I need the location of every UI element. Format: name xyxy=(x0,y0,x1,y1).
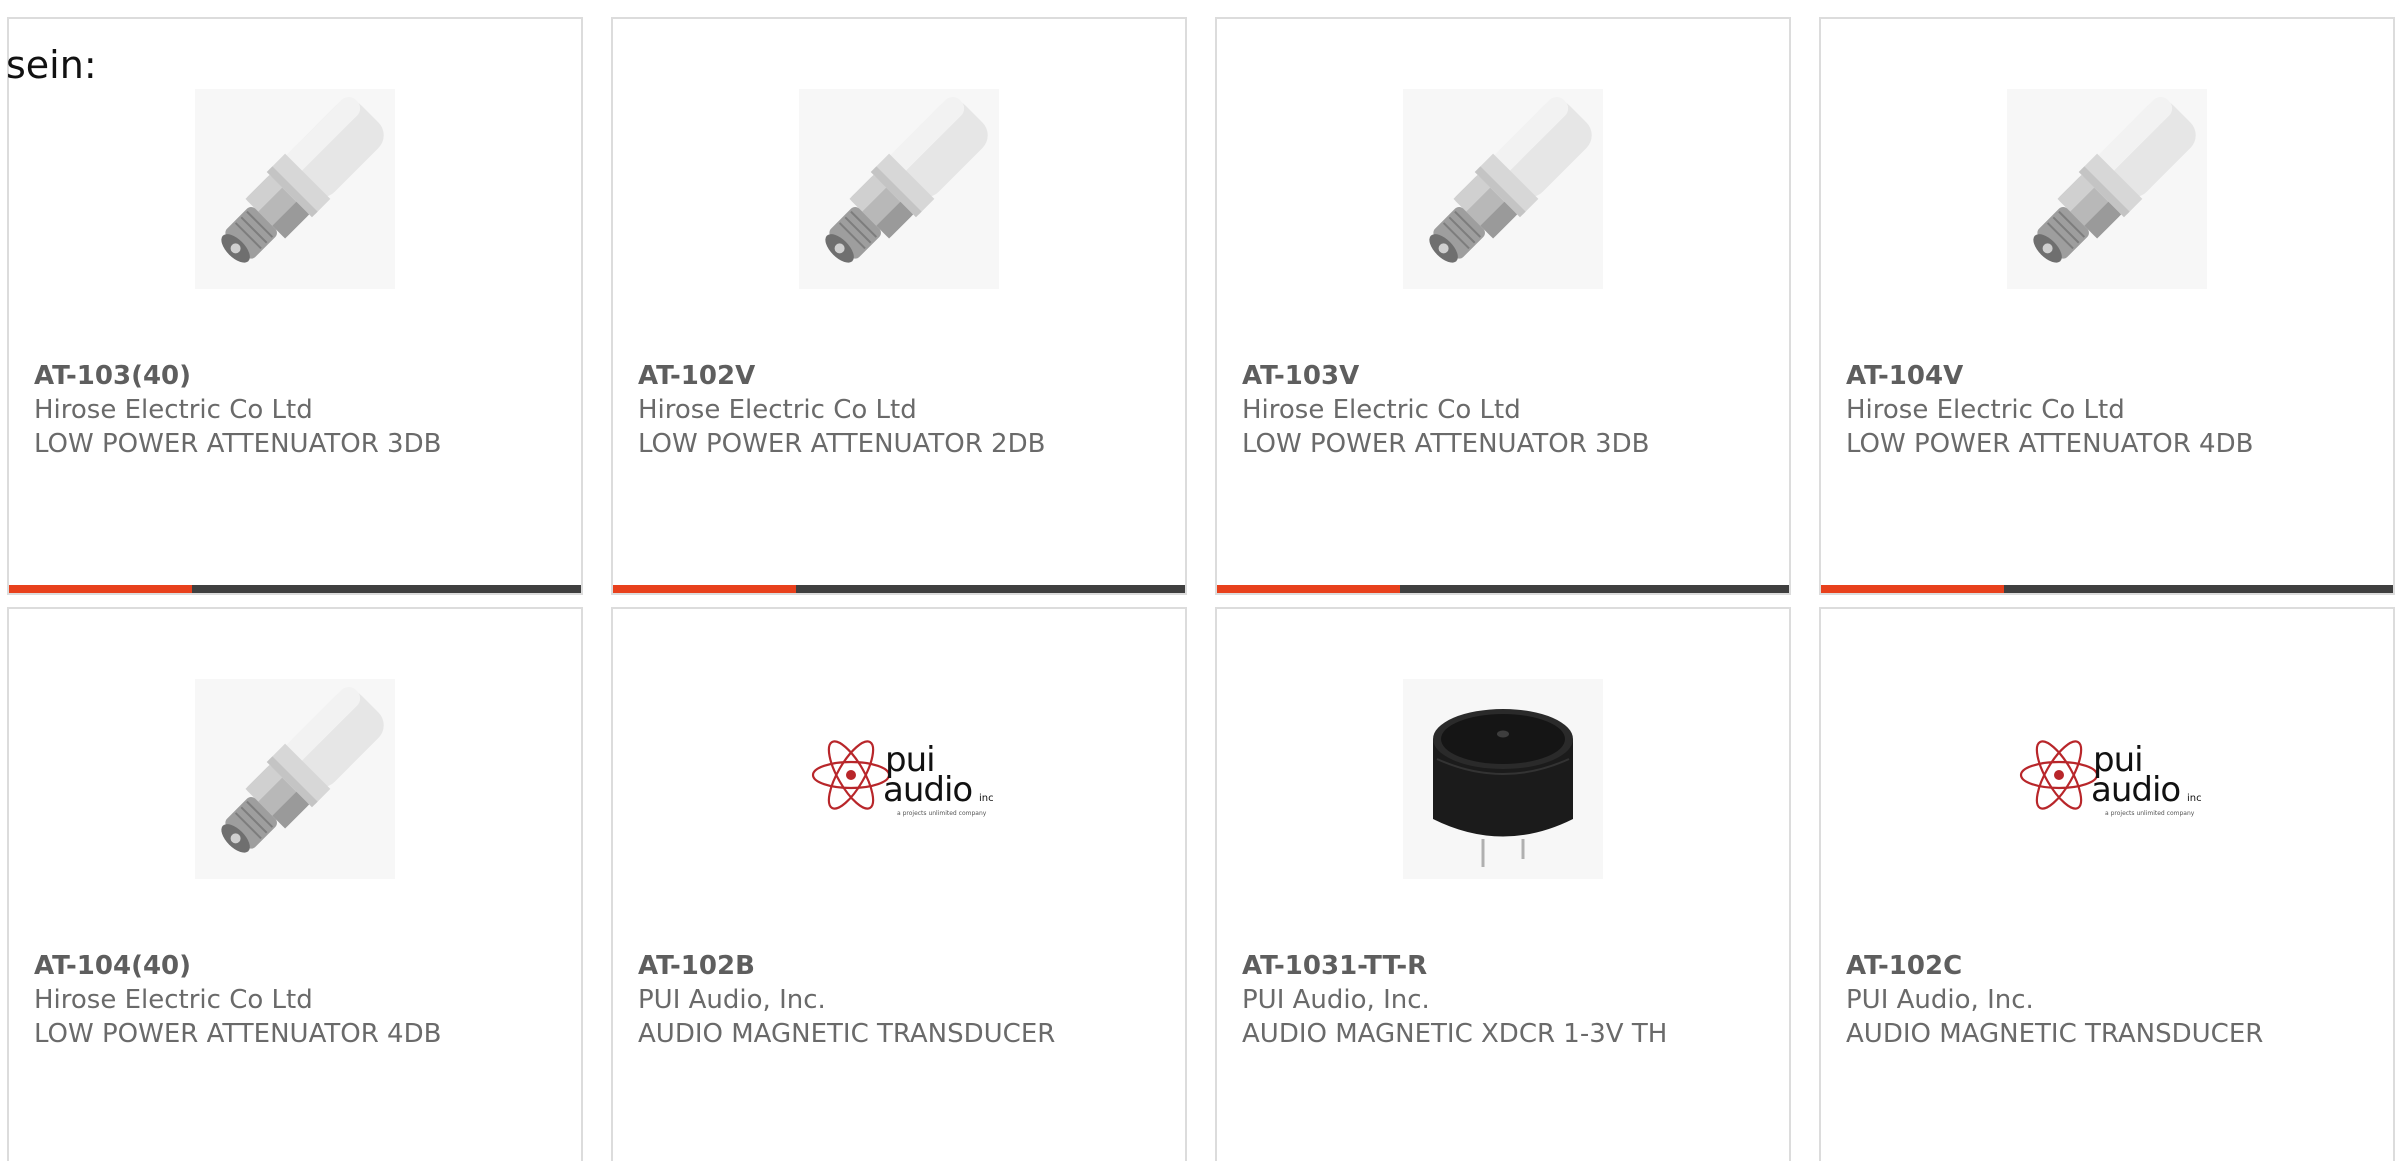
product-description: LOW POWER ATTENUATOR 4DB xyxy=(1846,429,2254,459)
product-card[interactable]: AT-104V Hirose Electric Co Ltd LOW POWER A… xyxy=(1819,17,2395,595)
card-bar-accent xyxy=(1821,585,2004,593)
product-description: LOW POWER ATTENUATOR 4DB xyxy=(34,1019,442,1049)
logo-tagline: a projects unlimited company xyxy=(897,810,987,817)
product-info: AT-103(40) Hirose Electric Co Ltd LOW POWE… xyxy=(34,359,561,461)
attenuator-image[interactable] xyxy=(1403,89,1603,289)
product-description: AUDIO MAGNETIC TRANSDUCER xyxy=(1846,1019,2264,1049)
part-number-link[interactable]: AT-102C xyxy=(1846,949,2373,983)
manufacturer-name: Hirose Electric Co Ltd xyxy=(34,395,313,425)
section-heading: sein: xyxy=(6,43,97,87)
card-bottom-bar xyxy=(9,585,581,593)
card-bar-accent xyxy=(613,585,796,593)
card-bottom-bar xyxy=(1821,585,2393,593)
part-number-link[interactable]: AT-104V xyxy=(1846,359,2373,393)
pui-audio-logo[interactable]: pui audio inc a projects unlimited compa… xyxy=(2007,679,2207,879)
manufacturer-name: PUI Audio, Inc. xyxy=(1242,985,1430,1015)
attenuator-image[interactable] xyxy=(2007,89,2207,289)
product-info: AT-103V Hirose Electric Co Ltd LOW POWER A… xyxy=(1242,359,1769,461)
card-bottom-bar xyxy=(1217,585,1789,593)
product-info: AT-102V Hirose Electric Co Ltd LOW POWER A… xyxy=(638,359,1165,461)
logo-suffix: inc xyxy=(979,793,994,804)
attenuator-image[interactable] xyxy=(195,679,395,879)
product-info: AT-104V Hirose Electric Co Ltd LOW POWER A… xyxy=(1846,359,2373,461)
logo-suffix: inc xyxy=(2187,793,2202,804)
product-info: AT-102C PUI Audio, Inc. AUDIO MAGNETIC TRA… xyxy=(1846,949,2373,1051)
product-card[interactable]: AT-1031-TT-R PUI Audio, Inc. AUDIO MAGNETI… xyxy=(1215,607,1791,1161)
product-description: AUDIO MAGNETIC XDCR 1-3V TH xyxy=(1242,1019,1668,1049)
product-card[interactable]: pui audio inc a projects unlimited compa… xyxy=(1819,607,2395,1161)
transducer-image[interactable] xyxy=(1403,679,1603,879)
part-number-link[interactable]: AT-1031-TT-R xyxy=(1242,949,1769,983)
pui-audio-logo[interactable]: pui audio inc a projects unlimited compa… xyxy=(799,679,999,879)
logo-tagline: a projects unlimited company xyxy=(2105,810,2195,817)
product-description: AUDIO MAGNETIC TRANSDUCER xyxy=(638,1019,1056,1049)
attenuator-image[interactable] xyxy=(799,89,999,289)
part-number-link[interactable]: AT-102V xyxy=(638,359,1165,393)
card-bottom-bar xyxy=(613,585,1185,593)
card-bar-accent xyxy=(9,585,192,593)
part-number-link[interactable]: AT-104(40) xyxy=(34,949,561,983)
product-card[interactable]: AT-104(40) Hirose Electric Co Ltd LOW POWE… xyxy=(7,607,583,1161)
logo-line2: audio xyxy=(883,770,972,810)
product-info: AT-104(40) Hirose Electric Co Ltd LOW POWE… xyxy=(34,949,561,1051)
product-description: LOW POWER ATTENUATOR 3DB xyxy=(34,429,442,459)
product-card[interactable]: AT-103(40) Hirose Electric Co Ltd LOW POWE… xyxy=(7,17,583,595)
manufacturer-name: Hirose Electric Co Ltd xyxy=(34,985,313,1015)
manufacturer-name: PUI Audio, Inc. xyxy=(1846,985,2034,1015)
logo-line2: audio xyxy=(2091,770,2180,810)
product-info: AT-1031-TT-R PUI Audio, Inc. AUDIO MAGNETI… xyxy=(1242,949,1769,1051)
card-bar-accent xyxy=(1217,585,1400,593)
part-number-link[interactable]: AT-103V xyxy=(1242,359,1769,393)
manufacturer-name: PUI Audio, Inc. xyxy=(638,985,826,1015)
attenuator-image[interactable] xyxy=(195,89,395,289)
product-grid-page: sein: AT-103(40) Hirose Electric Co Ltd LO… xyxy=(0,0,2400,1161)
manufacturer-name: Hirose Electric Co Ltd xyxy=(1846,395,2125,425)
part-number-link[interactable]: AT-102B xyxy=(638,949,1165,983)
manufacturer-name: Hirose Electric Co Ltd xyxy=(1242,395,1521,425)
manufacturer-name: Hirose Electric Co Ltd xyxy=(638,395,917,425)
product-card[interactable]: AT-102V Hirose Electric Co Ltd LOW POWER A… xyxy=(611,17,1187,595)
part-number-link[interactable]: AT-103(40) xyxy=(34,359,561,393)
product-description: LOW POWER ATTENUATOR 3DB xyxy=(1242,429,1650,459)
product-card[interactable]: AT-103V Hirose Electric Co Ltd LOW POWER A… xyxy=(1215,17,1791,595)
product-card[interactable]: pui audio inc a projects unlimited compa… xyxy=(611,607,1187,1161)
product-description: LOW POWER ATTENUATOR 2DB xyxy=(638,429,1046,459)
product-info: AT-102B PUI Audio, Inc. AUDIO MAGNETIC TRA… xyxy=(638,949,1165,1051)
